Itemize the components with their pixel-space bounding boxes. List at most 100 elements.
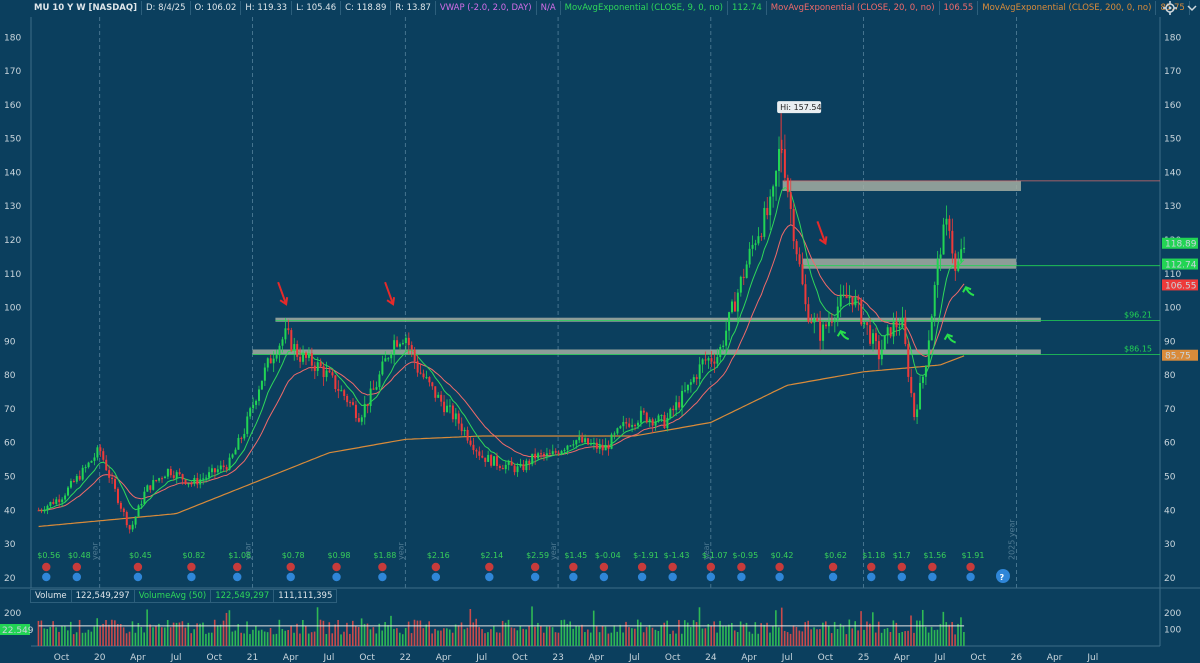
- volume-bar: [322, 620, 325, 646]
- ema20-label[interactable]: MovAvgExponential (CLOSE, 20, 0, no): [767, 1, 940, 15]
- vwap-label[interactable]: VWAP (-2.0, 2.0, DAY): [436, 1, 537, 15]
- dividend-marker: [668, 572, 677, 582]
- x-tick: Jul: [934, 653, 946, 663]
- volume-bar: [513, 628, 516, 646]
- volume-bar: [410, 633, 413, 646]
- volume-bar: [49, 626, 51, 646]
- x-tick: Apr: [741, 653, 757, 663]
- y-tick-right: 180: [1164, 33, 1181, 43]
- volume-avg-label[interactable]: VolumeAvg (50): [134, 589, 212, 603]
- ema200-label[interactable]: MovAvgExponential (CLOSE, 200, 0, no): [978, 1, 1157, 15]
- earnings-marker: [485, 562, 494, 572]
- candle-body: [757, 236, 760, 244]
- volume-bar: [143, 632, 146, 646]
- candle-body: [328, 370, 331, 373]
- dividend-marker: [737, 572, 746, 582]
- dividend-label: $0.48: [68, 551, 91, 560]
- candle-body: [531, 453, 534, 465]
- candle-body: [839, 294, 842, 307]
- candle-body: [516, 466, 519, 473]
- candle-body: [228, 457, 231, 470]
- volume-bar: [401, 634, 404, 646]
- candle-body: [866, 322, 869, 326]
- candle-body: [754, 243, 757, 245]
- candle-body: [111, 477, 114, 480]
- gear-icon[interactable]: [1162, 0, 1178, 16]
- volume-bar: [375, 633, 378, 646]
- candle-body: [904, 317, 907, 345]
- volume-bar: [642, 632, 645, 646]
- x-tick: Oct: [970, 653, 986, 663]
- volume-bar: [469, 608, 472, 646]
- volume-bar: [249, 634, 251, 646]
- price-labels: Hi: 157.54 $96.21 $86.15: [777, 101, 1152, 353]
- earnings-marker: [828, 562, 838, 572]
- volume-bar: [963, 632, 965, 646]
- volume-bar: [413, 619, 416, 646]
- candle-body: [822, 324, 825, 341]
- volume-bar: [584, 632, 586, 646]
- volume-bar: [807, 620, 809, 646]
- volume-bar: [55, 627, 57, 646]
- volume-bar: [739, 621, 742, 646]
- volume-bar: [728, 624, 730, 646]
- symbol-label[interactable]: MU 10 Y W [NASDAQ]: [30, 1, 143, 15]
- volume-bar: [636, 619, 639, 646]
- volume-bar: [795, 627, 798, 646]
- candle-body: [513, 465, 516, 473]
- volume-bar: [722, 626, 724, 646]
- volume-bar: [860, 611, 862, 646]
- x-tick: Oct: [54, 653, 70, 663]
- candle-body: [454, 413, 457, 420]
- volume-bar: [874, 632, 877, 646]
- volume-bar: [645, 627, 648, 646]
- volume-bar: [830, 633, 833, 646]
- candle-body: [601, 445, 604, 451]
- candle-body: [284, 328, 287, 340]
- price-chart[interactable]: year year year year year 2025 year Hi: 157.54…: [0, 0, 1200, 663]
- candle-body: [299, 356, 302, 362]
- candle-body: [369, 388, 372, 407]
- candle-body: [681, 390, 684, 408]
- volume-bar: [595, 626, 598, 646]
- candle-body: [175, 472, 178, 478]
- ema200-path: [38, 355, 965, 528]
- collapse-icon[interactable]: [1186, 0, 1198, 16]
- volume-bar: [692, 620, 695, 646]
- volume-label[interactable]: Volume: [30, 589, 72, 603]
- volume-bar: [222, 620, 225, 646]
- candle-body: [816, 318, 819, 321]
- x-tick: Apr: [436, 653, 452, 663]
- candle-body: [213, 468, 216, 473]
- candle-body: [948, 218, 951, 231]
- candle-body: [243, 433, 246, 439]
- volume-bar: [422, 628, 425, 646]
- x-tick: 22: [400, 653, 411, 663]
- volume-bar: [72, 634, 75, 646]
- candle-body: [854, 297, 857, 306]
- candle-body: [169, 468, 172, 476]
- candle-body: [231, 454, 234, 458]
- volume-bar: [698, 607, 701, 646]
- volume-bar: [598, 632, 601, 646]
- candle-body: [46, 505, 49, 511]
- volume-bar: [848, 619, 851, 646]
- volume-bar: [631, 628, 633, 646]
- candle-body: [542, 453, 545, 456]
- candle-body: [360, 417, 363, 422]
- volume-bar: [199, 623, 201, 646]
- dividend-label: $2.16: [427, 551, 450, 560]
- volume-bar: [369, 629, 372, 646]
- candle-body: [628, 423, 631, 427]
- ema9-label[interactable]: MovAvgExponential (CLOSE, 9, 0, no): [561, 1, 728, 15]
- dividend-marker: [867, 572, 876, 582]
- y-tick-right: 160: [1164, 101, 1181, 111]
- candle-body: [484, 457, 487, 462]
- volume-bar: [683, 620, 686, 646]
- candle-body: [205, 477, 208, 479]
- candle-body: [40, 510, 43, 512]
- candle-body: [460, 423, 463, 432]
- volume-bar: [736, 632, 739, 646]
- candle-body: [886, 327, 889, 336]
- earnings-marker: [737, 562, 746, 572]
